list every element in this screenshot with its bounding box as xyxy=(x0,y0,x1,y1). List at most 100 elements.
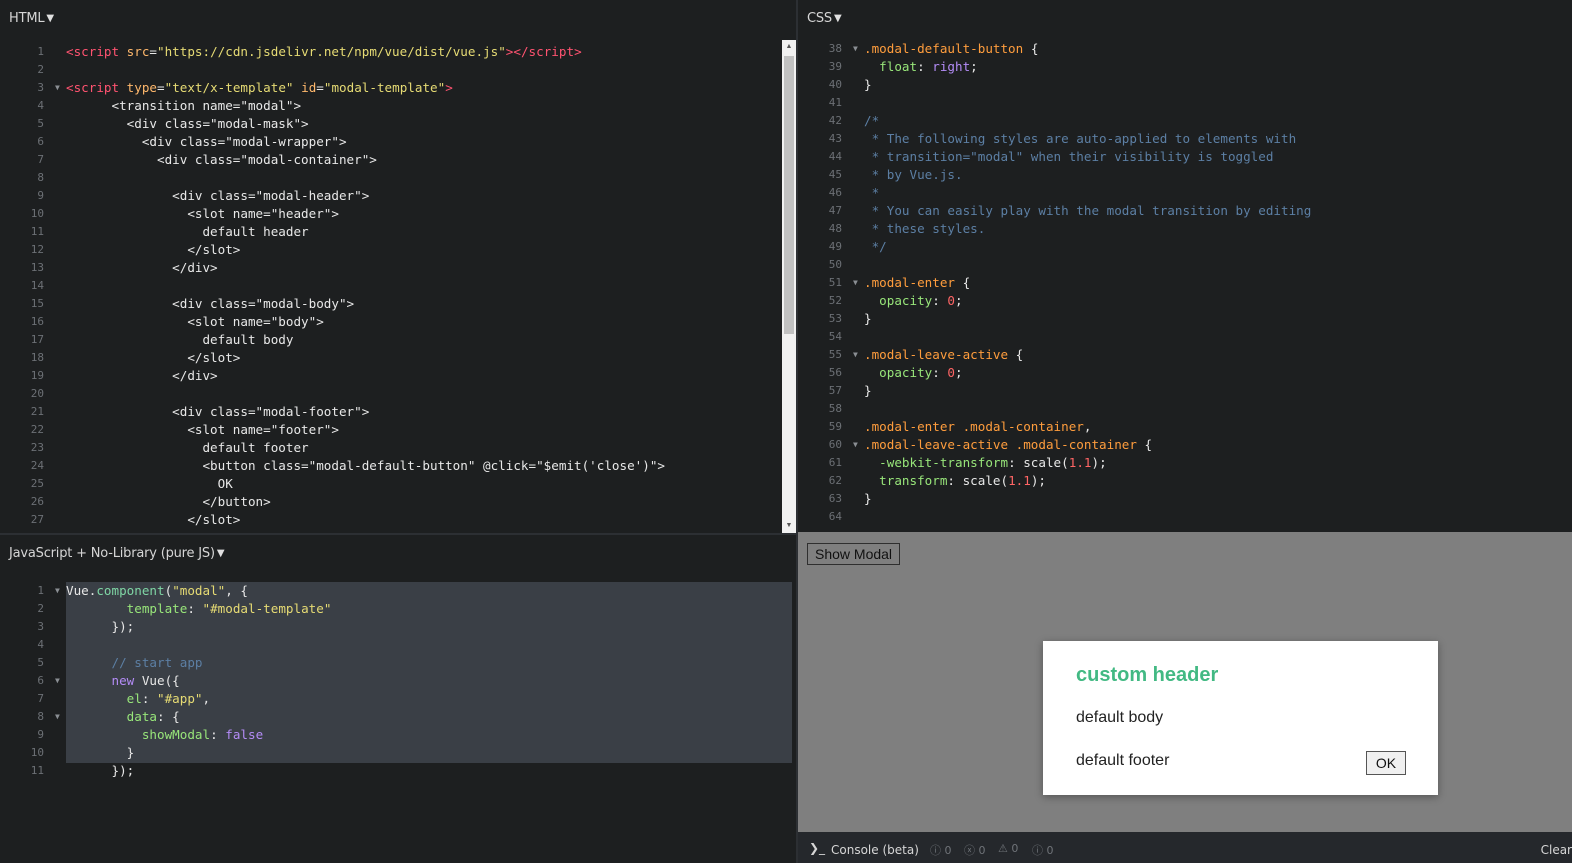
code-line[interactable]: 4 <transition name="modal"> xyxy=(0,97,796,115)
code-line[interactable]: 58 xyxy=(798,400,1572,418)
code-line[interactable]: 12 </slot> xyxy=(0,241,796,259)
caret-down-icon[interactable]: ▼ xyxy=(834,13,842,24)
code-line[interactable]: 9 showModal: false xyxy=(0,726,796,744)
code-line[interactable]: 40} xyxy=(798,76,1572,94)
code-line[interactable]: 16 <slot name="body"> xyxy=(0,313,796,331)
code-line[interactable]: 27 </slot> xyxy=(0,511,796,529)
code-line[interactable]: 7 el: "#app", xyxy=(0,690,796,708)
js-code-area[interactable]: 1 ▼ Vue.component("modal", {2 template: "#… xyxy=(0,582,796,780)
code-line[interactable]: 7 <div class="modal-container"> xyxy=(0,151,796,169)
show-modal-button[interactable]: Show Modal xyxy=(807,543,901,565)
code-line[interactable]: 52 opacity: 0; xyxy=(798,292,1572,310)
line-number: 1 xyxy=(37,584,44,597)
line-number: 62 xyxy=(828,474,842,487)
code-line[interactable]: 14 xyxy=(0,277,796,295)
code-line[interactable]: 61 -webkit-transform: scale(1.1); xyxy=(798,454,1572,472)
code-line[interactable]: 13 </div> xyxy=(0,259,796,277)
code-line[interactable]: 24 <button class="modal-default-button" … xyxy=(0,457,796,475)
css-panel-header[interactable]: CSS ▼ xyxy=(798,0,842,36)
code-line[interactable]: 45 * by Vue.js. xyxy=(798,166,1572,184)
code-line[interactable]: 5 <div class="modal-mask"> xyxy=(0,115,796,133)
code-line[interactable]: 23 default footer xyxy=(0,439,796,457)
code-line[interactable]: 10 } xyxy=(0,744,796,762)
js-panel-header[interactable]: JavaScript + No-Library (pure JS) ▼ xyxy=(0,535,225,571)
code-line[interactable]: 48 * these styles. xyxy=(798,220,1572,238)
code-line[interactable]: 20 xyxy=(0,385,796,403)
code-line[interactable]: 42 /* xyxy=(798,112,1572,130)
caret-down-icon[interactable]: ▼ xyxy=(46,13,54,24)
fold-arrow-icon[interactable]: ▼ xyxy=(853,436,858,454)
ok-button[interactable]: OK xyxy=(1366,751,1406,775)
code-line[interactable]: 8 ▼ data: { xyxy=(0,708,796,726)
console-label[interactable]: Console (beta) xyxy=(831,843,919,857)
code-line[interactable]: 3 ▼ <script type="text/x-template" id="mod… xyxy=(0,79,796,97)
line-number: 51 xyxy=(828,276,842,289)
html-scroll-thumb[interactable] xyxy=(784,56,794,334)
code-line[interactable]: 2 xyxy=(0,61,796,79)
code-line[interactable]: 62 transform: scale(1.1); xyxy=(798,472,1572,490)
code-line[interactable]: 11 default header xyxy=(0,223,796,241)
clear-console-button[interactable]: Clear xyxy=(1541,843,1572,857)
line-number: 4 xyxy=(37,638,44,651)
code-line[interactable]: 56 opacity: 0; xyxy=(798,364,1572,382)
code-line[interactable]: 1 ▼ Vue.component("modal", { xyxy=(0,582,796,600)
html-panel-header[interactable]: HTML ▼ xyxy=(0,0,54,36)
fold-arrow-icon[interactable]: ▼ xyxy=(55,79,60,97)
code-line[interactable]: 3 }); xyxy=(0,618,796,636)
code-line[interactable]: 63} xyxy=(798,490,1572,508)
code-line[interactable]: 1 <script src="https://cdn.jsdelivr.net/n… xyxy=(0,43,796,61)
code-line[interactable]: 49 */ xyxy=(798,238,1572,256)
code-line[interactable]: 9 <div class="modal-header"> xyxy=(0,187,796,205)
log-count: ⓘ 0 xyxy=(1032,844,1054,857)
caret-down-icon[interactable]: ▼ xyxy=(217,548,225,559)
html-scrollbar[interactable]: ▲ ▼ xyxy=(782,40,796,533)
code-line[interactable]: 4 xyxy=(0,636,796,654)
code-line[interactable]: 5 // start app xyxy=(0,654,796,672)
code-line[interactable]: 59 .modal-enter .modal-container, xyxy=(798,418,1572,436)
code-line[interactable]: 15 <div class="modal-body"> xyxy=(0,295,796,313)
code-line[interactable]: 39 float: right; xyxy=(798,58,1572,76)
code-line[interactable]: 38 ▼ .modal-default-button { xyxy=(798,40,1572,58)
code-line[interactable]: 64 xyxy=(798,508,1572,526)
code-line[interactable]: 43 * The following styles are auto-appli… xyxy=(798,130,1572,148)
code-line[interactable]: 21 <div class="modal-footer"> xyxy=(0,403,796,421)
code-line[interactable]: 47 * You can easily play with the modal … xyxy=(798,202,1572,220)
console-bar[interactable]: ❯_ Console (beta) ⓘ 0 ⓧ 0 ⚠ 0 ⓘ 0 Clear xyxy=(798,832,1572,863)
code-line[interactable]: 22 <slot name="footer"> xyxy=(0,421,796,439)
horizontal-splitter[interactable] xyxy=(0,533,796,535)
fold-arrow-icon[interactable]: ▼ xyxy=(55,582,60,600)
code-line[interactable]: 50 xyxy=(798,256,1572,274)
code-line[interactable]: 19 </div> xyxy=(0,367,796,385)
code-line[interactable]: 17 default body xyxy=(0,331,796,349)
code-line[interactable]: 11 }); xyxy=(0,762,796,780)
code-line[interactable]: 46 * xyxy=(798,184,1572,202)
fold-arrow-icon[interactable]: ▼ xyxy=(853,274,858,292)
scroll-down-icon[interactable]: ▼ xyxy=(782,519,796,533)
scroll-up-icon[interactable]: ▲ xyxy=(782,40,796,54)
code-line[interactable]: 55 ▼ .modal-leave-active { xyxy=(798,346,1572,364)
fold-arrow-icon[interactable]: ▼ xyxy=(55,708,60,726)
code-line[interactable]: 6 <div class="modal-wrapper"> xyxy=(0,133,796,151)
code-line[interactable]: 54 xyxy=(798,328,1572,346)
fold-arrow-icon[interactable]: ▼ xyxy=(55,672,60,690)
code-line[interactable]: 26 </button> xyxy=(0,493,796,511)
code-line[interactable]: 41 xyxy=(798,94,1572,112)
code-token: <div class="modal-mask"> xyxy=(66,116,309,131)
code-line[interactable]: 18 </slot> xyxy=(0,349,796,367)
fold-arrow-icon[interactable]: ▼ xyxy=(853,346,858,364)
code-line[interactable]: 2 template: "#modal-template" xyxy=(0,600,796,618)
code-line[interactable]: 44 * transition="modal" when their visib… xyxy=(798,148,1572,166)
fold-arrow-icon[interactable]: ▼ xyxy=(853,40,858,58)
css-code-area[interactable]: 38 ▼ .modal-default-button {39 float: righ… xyxy=(798,40,1572,526)
code-text: <button class="modal-default-button" @cl… xyxy=(66,457,665,475)
code-line[interactable]: 8 xyxy=(0,169,796,187)
code-line[interactable]: 25 OK xyxy=(0,475,796,493)
code-line[interactable]: 57} xyxy=(798,382,1572,400)
code-token: 1.1 xyxy=(1068,455,1092,470)
code-line[interactable]: 51 ▼ .modal-enter { xyxy=(798,274,1572,292)
code-line[interactable]: 60 ▼ .modal-leave-active .modal-container … xyxy=(798,436,1572,454)
code-line[interactable]: 53} xyxy=(798,310,1572,328)
html-code-area[interactable]: 1 <script src="https://cdn.jsdelivr.net/n… xyxy=(0,43,796,529)
code-line[interactable]: 6 ▼ new Vue({ xyxy=(0,672,796,690)
code-line[interactable]: 10 <slot name="header"> xyxy=(0,205,796,223)
